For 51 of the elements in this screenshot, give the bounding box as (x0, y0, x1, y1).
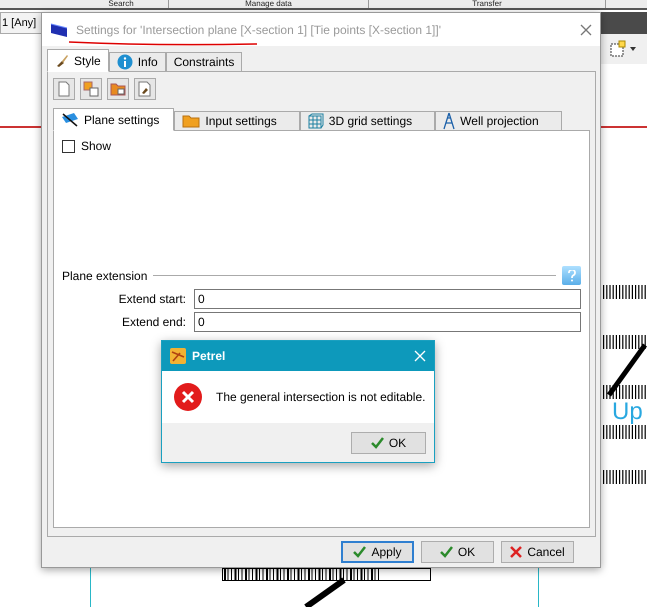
input-field[interactable]: 0 (194, 312, 581, 332)
app-logo-icon (170, 348, 186, 364)
squares-icon (83, 81, 99, 97)
filter-label: 1 [Any] (0, 12, 42, 34)
plane-icon (50, 22, 68, 38)
close-icon[interactable] (580, 24, 592, 36)
input-field[interactable]: 0 (194, 289, 581, 309)
toolbar-button[interactable] (134, 78, 156, 100)
toolbar-button[interactable] (53, 78, 75, 100)
error-icon (174, 383, 202, 411)
toolbar-button[interactable] (80, 78, 102, 100)
toolbar-button[interactable] (107, 78, 129, 100)
folder-icon (110, 82, 126, 96)
page-brush-icon (138, 81, 152, 97)
check-icon (440, 546, 453, 558)
tab[interactable]: Plane settings (53, 108, 174, 131)
tab[interactable]: Style (47, 49, 109, 72)
window-title: Settings for 'Intersection plane [X-section 1] [Tie points [X-section 1]]' (76, 22, 442, 36)
tab[interactable]: 3D grid settings (300, 111, 436, 131)
dialog-button[interactable]: OK (421, 541, 494, 563)
field-label: Extend end: (120, 315, 187, 329)
tab[interactable]: Constraints (166, 52, 242, 72)
selection-icon[interactable] (609, 40, 627, 58)
window-title: Petrel (192, 349, 226, 363)
plane-icon (61, 112, 79, 128)
question-icon (568, 270, 576, 282)
grid-icon (308, 113, 324, 129)
folder-icon (182, 114, 200, 128)
checkbox[interactable] (62, 140, 75, 152)
tab[interactable]: Info (108, 52, 166, 72)
check-icon (353, 546, 366, 558)
brush-icon (55, 54, 69, 68)
field-label: Extend start: (118, 292, 187, 306)
check-icon (370, 436, 384, 448)
error-message: The general intersection is not editable. (216, 390, 426, 404)
tab[interactable]: Input settings (174, 111, 300, 131)
section-heading: Plane extension (62, 268, 148, 282)
menu-tab[interactable]: Manage data (169, 0, 369, 8)
canvas-label: Up (612, 398, 643, 426)
menu-tab[interactable]: Transfer (369, 0, 606, 8)
checkbox-label: Show (81, 139, 112, 153)
caret-icon[interactable] (630, 47, 636, 51)
dialog-button[interactable]: Cancel (501, 541, 574, 563)
tower-icon (443, 112, 456, 130)
info-icon (116, 54, 133, 70)
cross-icon (510, 546, 522, 558)
menu-tab[interactable]: Search (74, 0, 169, 8)
blank-page-icon (58, 81, 70, 97)
tab[interactable]: Well projection (435, 111, 562, 131)
ok-button[interactable]: OK (351, 432, 426, 454)
dialog-button[interactable]: Apply (341, 541, 414, 563)
